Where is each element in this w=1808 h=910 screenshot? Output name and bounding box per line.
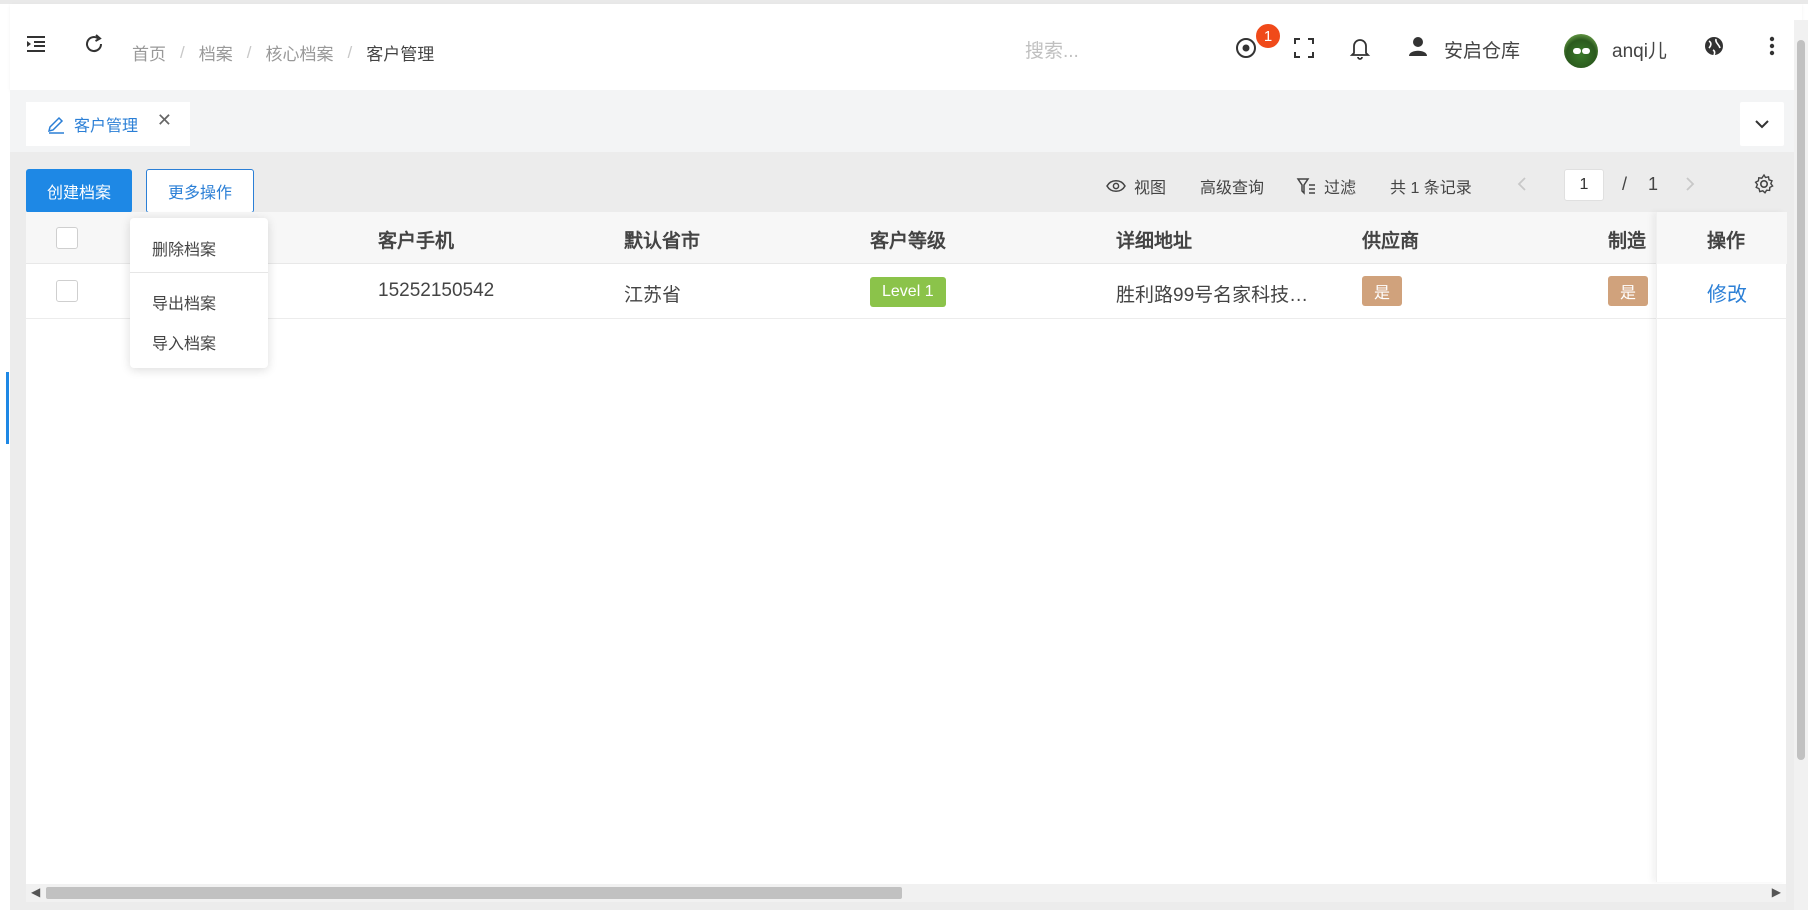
filter-label: 过滤 — [1324, 180, 1357, 197]
edit-pen-icon — [47, 116, 64, 134]
fullscreen-icon[interactable] — [1290, 34, 1318, 62]
vertical-scrollbar[interactable] — [1794, 20, 1808, 910]
select-all-checkbox[interactable] — [56, 227, 78, 249]
edit-link[interactable]: 修改 — [1707, 278, 1747, 307]
breadcrumb-core-archive[interactable]: 核心档案 — [265, 40, 333, 65]
more-vertical-icon[interactable] — [1758, 32, 1786, 60]
close-icon[interactable]: ✕ — [157, 110, 172, 131]
page-separator: / — [1622, 174, 1628, 194]
vertical-scroll-thumb[interactable] — [1797, 40, 1805, 760]
globe-icon[interactable] — [1700, 32, 1728, 60]
horizontal-scrollbar[interactable]: ◀ ▶ — [26, 884, 1786, 902]
column-header[interactable]: 默认省市 — [624, 226, 700, 253]
breadcrumb: 首页 / 档案 / 核心档案 / 客户管理 — [132, 40, 434, 65]
page-number-input[interactable]: 1 — [1564, 169, 1604, 201]
menu-item-export[interactable]: 导出档案 — [152, 290, 216, 314]
gear-icon[interactable] — [1752, 172, 1776, 196]
action-column-head: 操作 — [1657, 212, 1787, 264]
column-header[interactable]: 制造 — [1608, 226, 1646, 253]
column-header-action: 操作 — [1707, 231, 1746, 252]
warehouse-name[interactable]: 安启仓库 — [1444, 36, 1520, 63]
cell-phone: 15252150542 — [378, 280, 495, 301]
chevron-right-icon[interactable] — [1678, 172, 1702, 196]
menu-indent-icon[interactable] — [22, 30, 50, 58]
column-header[interactable]: 客户手机 — [378, 226, 454, 253]
tab-customer-management[interactable]: 客户管理 ✕ — [26, 102, 190, 146]
breadcrumb-separator: / — [246, 42, 252, 62]
page-total: 1 — [1648, 174, 1659, 194]
horizontal-scroll-thumb[interactable] — [46, 887, 902, 899]
scroll-right-arrow[interactable]: ▶ — [1772, 885, 1781, 899]
advanced-query-button[interactable]: 高级查询 — [1200, 172, 1264, 200]
tab-bar: 客户管理 ✕ — [10, 90, 1802, 152]
filter-icon — [1296, 178, 1315, 195]
breadcrumb-archive[interactable]: 档案 — [199, 40, 233, 65]
username[interactable]: anqi儿 — [1612, 36, 1667, 63]
eye-icon — [1106, 180, 1126, 192]
fixed-action-column: 操作 修改 — [1656, 212, 1787, 882]
manufacturer-tag: 是 — [1608, 276, 1648, 306]
cell-province: 江苏省 — [624, 285, 682, 306]
chevron-left-icon[interactable] — [1510, 172, 1534, 196]
row-checkbox[interactable] — [56, 280, 78, 302]
menu-divider — [130, 272, 268, 273]
notification-count-badge: 1 — [1254, 22, 1282, 50]
view-button[interactable]: 视图 — [1106, 172, 1166, 200]
cell-address: 胜利路99号名家科技… — [1116, 285, 1309, 306]
breadcrumb-current: 客户管理 — [366, 45, 435, 64]
tabs-dropdown-button[interactable] — [1740, 102, 1784, 146]
user-icon — [1404, 32, 1432, 60]
bell-icon[interactable] — [1346, 34, 1374, 62]
breadcrumb-separator: / — [180, 42, 185, 62]
view-label: 视图 — [1134, 180, 1167, 197]
menu-item-import[interactable]: 导入档案 — [152, 330, 216, 354]
more-actions-button[interactable]: 更多操作 — [146, 169, 254, 213]
breadcrumb-separator: / — [347, 42, 353, 62]
breadcrumb-home[interactable]: 首页 — [132, 40, 166, 65]
table-row[interactable]: 15252150542 江苏省 Level 1 胜利路99号名家科技… 是 是 — [26, 264, 1786, 319]
chevron-down-icon — [1755, 120, 1769, 129]
total-records: 共 1 条记录 — [1390, 172, 1472, 200]
table-header: 客户手机 默认省市 客户等级 详细地址 供应商 制造 — [26, 212, 1786, 264]
top-header: 首页 / 档案 / 核心档案 / 客户管理 搜索... 1 安启仓库 anqi儿 — [10, 4, 1802, 90]
column-header[interactable]: 客户等级 — [870, 226, 946, 253]
column-header[interactable]: 详细地址 — [1116, 226, 1192, 253]
tab-label: 客户管理 — [74, 118, 139, 135]
refresh-icon[interactable] — [80, 30, 108, 58]
scroll-left-arrow[interactable]: ◀ — [31, 885, 40, 899]
side-accent-bar — [6, 372, 9, 444]
column-header[interactable]: 供应商 — [1362, 226, 1419, 253]
app-root: 首页 / 档案 / 核心档案 / 客户管理 搜索... 1 安启仓库 anqi儿 — [10, 4, 1802, 910]
avatar[interactable] — [1564, 34, 1598, 68]
advanced-query-label: 高级查询 — [1200, 180, 1265, 197]
filter-button[interactable]: 过滤 — [1296, 172, 1356, 200]
supplier-tag: 是 — [1362, 276, 1402, 306]
total-records-text: 共 1 条记录 — [1390, 180, 1472, 197]
data-table: 客户手机 默认省市 客户等级 详细地址 供应商 制造 15252150542 江… — [26, 212, 1787, 884]
more-actions-dropdown: 删除档案 导出档案 导入档案 — [130, 218, 268, 368]
search-input[interactable]: 搜索... — [1025, 36, 1079, 63]
level-tag: Level 1 — [870, 277, 946, 307]
menu-item-delete[interactable]: 删除档案 — [152, 236, 216, 260]
create-archive-button[interactable]: 创建档案 — [26, 169, 132, 213]
